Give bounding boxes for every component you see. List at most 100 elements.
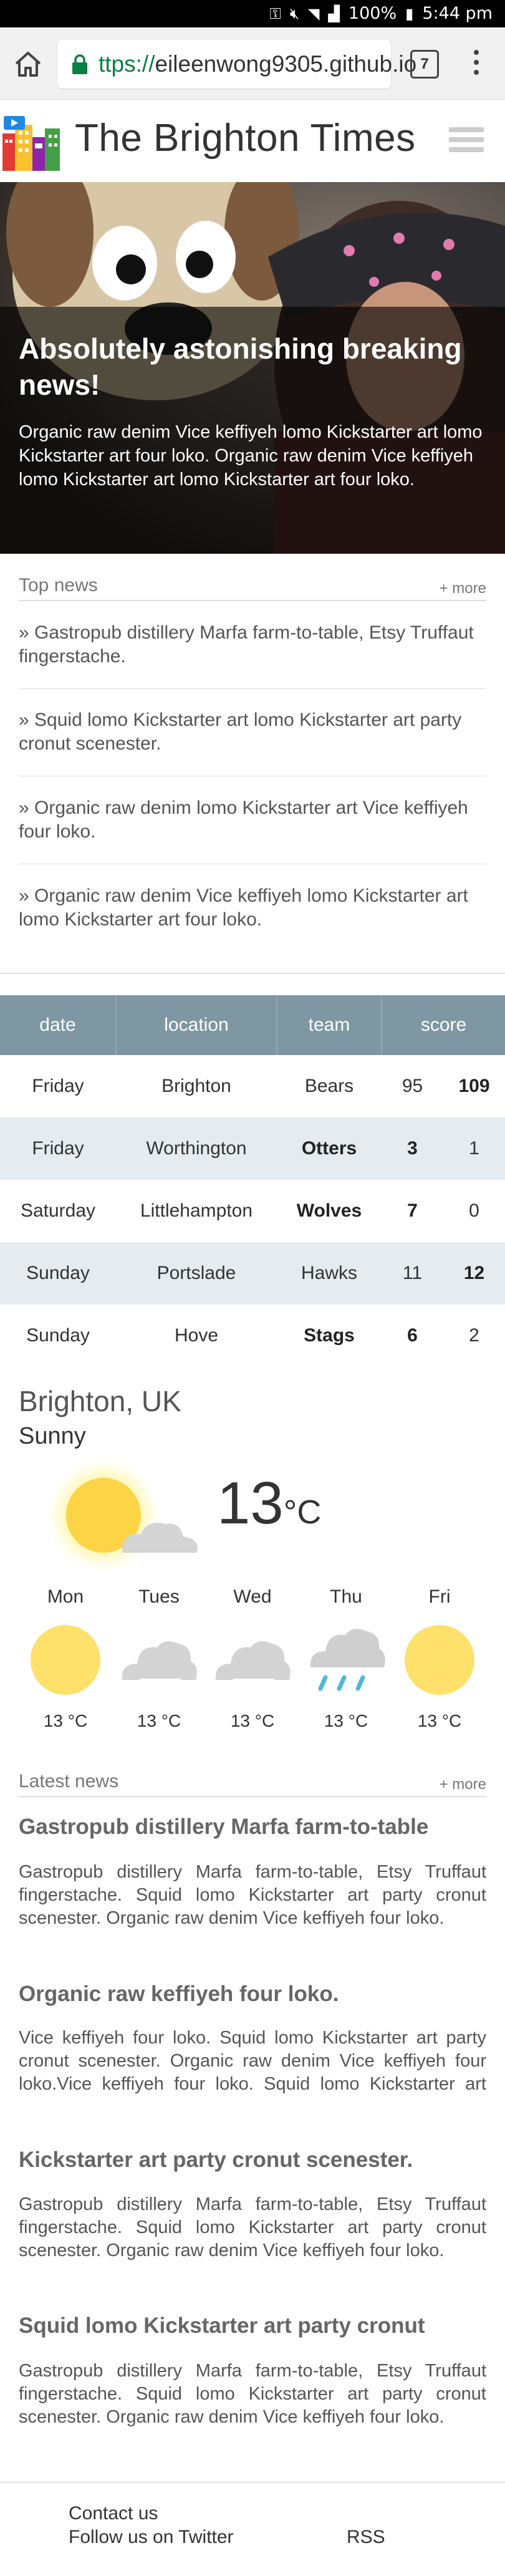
top-news-header: Top news + more <box>19 574 486 601</box>
forecast-day-label: Mon <box>47 1586 84 1607</box>
cell-location: Brighton <box>161 1076 231 1096</box>
hero-summary: Organic raw denim Vice keffiyeh lomo Kic… <box>19 422 483 490</box>
cell-score-home: 11 <box>382 1242 443 1305</box>
cell-score-away: 0 <box>469 1200 479 1221</box>
latest-news-label: Latest news <box>19 1771 119 1792</box>
column-header-team: team <box>277 995 382 1055</box>
cell-score-home: 6 <box>407 1325 418 1346</box>
article-title[interactable]: Squid lomo Kickstarter art party cronut <box>19 2313 486 2338</box>
sun-icon <box>405 1625 474 1695</box>
cell-score-away: 109 <box>458 1076 490 1096</box>
table-row: Friday Brighton Bears 95 109 <box>0 1055 505 1117</box>
weather-condition: Sunny <box>19 1423 86 1449</box>
current-temperature: 13°C <box>217 1469 321 1538</box>
cell-team: Hawks <box>277 1242 382 1305</box>
cell-score-away: 2 <box>469 1325 479 1346</box>
cloud-icon <box>215 1641 291 1681</box>
sun-icon <box>31 1625 100 1695</box>
cell-score-home: 7 <box>407 1200 418 1221</box>
status-bar: ⚿ 🔇︎ ◥ ▟ 100% ▮ 5:44 pm <box>0 0 505 27</box>
twitter-link[interactable]: Follow us on Twitter <box>69 2527 234 2548</box>
top-news-item[interactable]: » Organic raw denim lomo Kickstarter art… <box>19 796 486 844</box>
battery-icon: ▮ <box>405 4 414 22</box>
top-news-more-link[interactable]: + more <box>440 580 486 597</box>
wifi-icon: ◥ <box>307 4 320 22</box>
signal-icon: ▟ <box>328 4 340 22</box>
cell-team: Wolves <box>296 1200 362 1221</box>
top-news-item[interactable]: » Squid lomo Kickstarter art lomo Kickst… <box>19 708 486 756</box>
table-row: Friday Worthington Otters 3 1 <box>0 1117 505 1180</box>
forecast-temp: 13 °C <box>137 1711 181 1730</box>
column-header-location: location <box>116 995 277 1055</box>
forecast-temp: 13 °C <box>43 1711 88 1730</box>
tab-switcher-button[interactable]: 7 <box>410 50 439 79</box>
battery-level: 100% <box>348 4 397 23</box>
key-icon: ⚿ <box>269 4 281 22</box>
sun-cloud-icon <box>47 1459 198 1573</box>
article-title[interactable]: Kickstarter art party cronut scenester. <box>19 2148 486 2173</box>
forecast-day-label: Fri <box>428 1586 451 1607</box>
site-title[interactable]: The Brighton Times <box>75 116 416 160</box>
cell-score-home: 95 <box>402 1076 423 1096</box>
article-title[interactable]: Gastropub distillery Marfa farm-to-table <box>19 1815 486 1840</box>
article-summary: Vice keffiyeh four loko. Squid lomo Kick… <box>19 2028 486 2094</box>
article-title[interactable]: Organic raw keffiyeh four loko. <box>19 1982 486 2007</box>
newspaper-logo[interactable] <box>1 112 61 172</box>
temperature-value: 13 <box>217 1470 284 1536</box>
cell-date: Sunday <box>0 1242 116 1305</box>
forecast-temp: 13 °C <box>324 1711 368 1730</box>
site-footer: Contact us Follow us on Twitter RSS <box>0 2482 505 2576</box>
cell-score-away: 12 <box>443 1242 505 1305</box>
cell-team: Stags <box>304 1325 355 1346</box>
address-bar[interactable]: ttps://eileenwong9305.github.io <box>57 40 416 89</box>
column-header-score: score <box>382 995 505 1055</box>
column-header-date: date <box>0 995 117 1055</box>
article-summary: Gastropub distillery Marfa farm-to-table… <box>19 1862 486 1928</box>
clock: 5:44 pm <box>422 4 493 23</box>
forecast-day-label: Wed <box>233 1586 272 1607</box>
forecast-temp: 13 °C <box>417 1711 462 1730</box>
latest-news-more-link[interactable]: + more <box>440 1776 486 1793</box>
home-icon[interactable] <box>11 47 45 81</box>
top-news-item[interactable]: » Organic raw denim Vice keffiyeh lomo K… <box>19 884 486 932</box>
lock-icon <box>72 54 87 74</box>
rss-link[interactable]: RSS <box>347 2527 385 2548</box>
url-host: eileenwong9305.github.io <box>155 51 417 77</box>
mute-icon: 🔇︎ <box>289 4 299 22</box>
article-summary: Gastropub distillery Marfa farm-to-table… <box>19 2194 486 2260</box>
cell-location: Littlehampton <box>140 1200 253 1221</box>
cloud-icon <box>122 1641 197 1681</box>
latest-news-header: Latest news + more <box>19 1770 486 1797</box>
section-divider <box>0 973 505 974</box>
table-row: Sunday Hove Stags 6 2 <box>0 1305 505 1367</box>
browser-toolbar: ttps://eileenwong9305.github.io 7 <box>0 27 505 100</box>
top-news-item[interactable]: » Gastropub distillery Marfa farm-to-tab… <box>19 621 486 668</box>
forecast-day-label: Tues <box>138 1586 180 1607</box>
cell-location: Portslade <box>116 1242 277 1305</box>
forecast-day: Tues 13 °C <box>118 1586 200 1731</box>
hero-headline[interactable]: Absolutely astonishing breaking news! <box>19 330 493 403</box>
table-row: Sunday Portslade Hawks 11 12 <box>0 1242 505 1305</box>
cell-score-away: 1 <box>443 1117 505 1180</box>
cell-date: Saturday <box>20 1200 96 1221</box>
url-scheme: ttps:// <box>99 51 155 77</box>
forecast-temp: 13 °C <box>230 1711 275 1730</box>
table-row: Saturday Littlehampton Wolves 7 0 <box>0 1180 505 1242</box>
forecast-day: Fri 13 °C <box>399 1586 480 1731</box>
cell-location: Worthington <box>116 1117 277 1180</box>
hero-banner[interactable]: Absolutely astonishing breaking news! Or… <box>0 182 505 554</box>
article-summary: Gastropub distillery Marfa farm-to-table… <box>19 2361 486 2427</box>
hamburger-menu-icon[interactable] <box>449 127 484 155</box>
rain-icon <box>310 1629 385 1691</box>
cell-score-home: 3 <box>382 1117 443 1180</box>
overflow-menu-icon[interactable] <box>469 50 484 81</box>
cell-location: Hove <box>174 1325 219 1346</box>
cell-date: Friday <box>32 1076 84 1096</box>
top-news-label: Top news <box>19 575 98 596</box>
cell-date: Friday <box>0 1117 116 1180</box>
forecast-day-label: Thu <box>330 1586 362 1607</box>
forecast-day: Mon 13 °C <box>25 1586 106 1731</box>
forecast-day: Wed 13 °C <box>212 1586 293 1731</box>
contact-link[interactable]: Contact us <box>69 2503 158 2524</box>
cell-team: Bears <box>304 1076 354 1096</box>
